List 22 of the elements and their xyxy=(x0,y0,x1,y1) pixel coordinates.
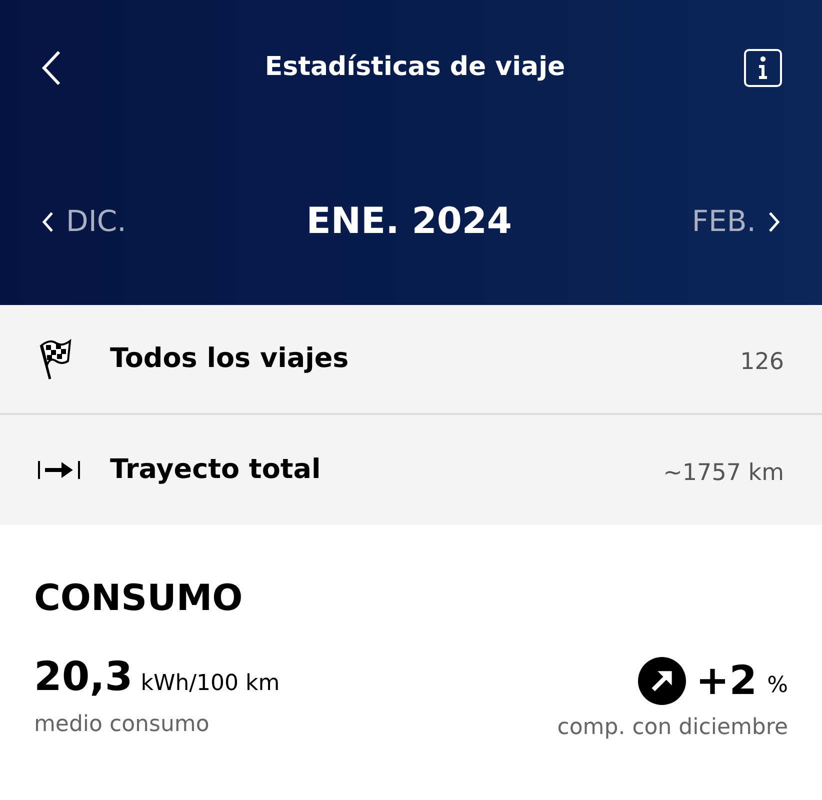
stat-value: 126 xyxy=(740,348,784,377)
back-chevron-icon xyxy=(40,50,62,86)
screen-title: Estadísticas de viaje xyxy=(264,51,566,84)
next-month-link[interactable]: FEB. xyxy=(692,200,780,244)
change-unit: % xyxy=(767,672,788,700)
stat-value: ~1757 km xyxy=(663,458,784,488)
left-chevron-icon xyxy=(42,211,54,233)
section-heading: CONSUMO xyxy=(34,581,244,617)
consumption-unit: kWh/100 km xyxy=(140,670,280,698)
info-button[interactable] xyxy=(744,48,782,86)
checkered-flag-icon xyxy=(38,337,72,381)
previous-month-link[interactable]: DIC. xyxy=(42,200,126,244)
distance-arrow-icon xyxy=(38,459,80,481)
consumption-value: 20,3 xyxy=(34,657,133,697)
change-value: +2 xyxy=(696,661,758,701)
right-chevron-icon xyxy=(768,211,780,233)
comparison-caption: comp. con diciembre xyxy=(557,714,788,742)
stat-label: Trayecto total xyxy=(110,452,321,487)
consumption-caption: medio consumo xyxy=(34,711,210,739)
info-icon xyxy=(758,56,768,80)
current-month: ENE. 2024 xyxy=(305,200,513,244)
stat-label: Todos los viajes xyxy=(110,342,349,376)
